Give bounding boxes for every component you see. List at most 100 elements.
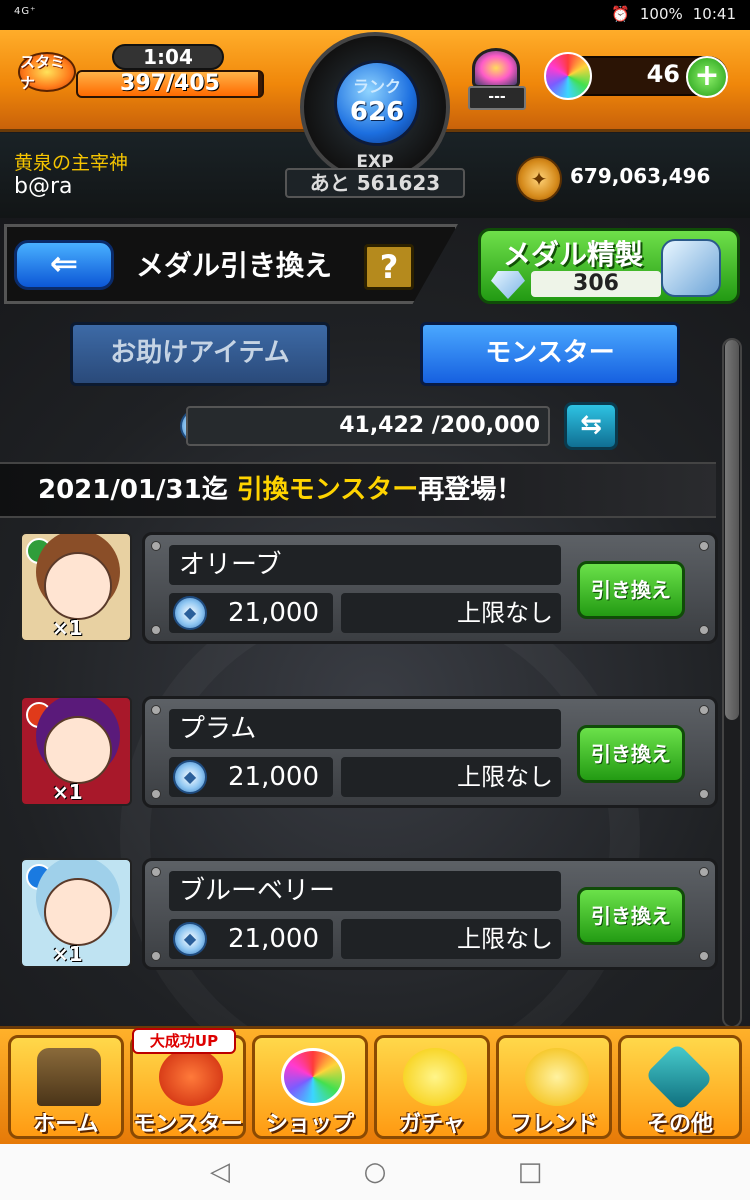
gacha-egg-icon	[403, 1048, 467, 1106]
monster-icon	[159, 1048, 223, 1106]
price-value: 21,000	[228, 924, 319, 954]
rivet-icon	[699, 541, 709, 551]
orb-icon	[544, 52, 592, 100]
helper-value: ---	[468, 86, 526, 110]
background-emblem	[120, 578, 640, 1098]
nav-label: その他	[646, 1112, 713, 1137]
price-value: 21,000	[228, 762, 319, 792]
list-item: ×1 ブルーベリー ◆ 21,000 上限なし 引き換え	[0, 858, 720, 970]
medal-icon: ◆	[173, 922, 207, 956]
attribute-icon	[26, 702, 52, 728]
monster-face	[44, 552, 112, 620]
home-icon	[37, 1048, 101, 1106]
monster-portrait[interactable]: ×1	[20, 532, 132, 642]
exchange-button[interactable]: 引き換え	[577, 887, 685, 945]
medal-icon: ◆	[173, 760, 207, 794]
tab-helper-items[interactable]: お助けアイテム	[70, 322, 330, 386]
monster-name: オリーブ	[169, 545, 561, 585]
event-banner: 2021/01/31迄 引換モンスター再登場！	[0, 462, 716, 518]
rank-label: ランク	[352, 77, 401, 96]
other-icon	[644, 1042, 714, 1112]
refine-count: 306	[531, 271, 661, 297]
medal-price: ◆ 21,000	[169, 593, 333, 633]
shop-orb-icon	[281, 1048, 345, 1106]
nav-label: ホーム	[33, 1112, 99, 1137]
nav-gacha[interactable]: ガチャ	[374, 1035, 490, 1139]
medal-price: ◆ 21,000	[169, 757, 333, 797]
page-title: メダル引き換え	[136, 249, 333, 282]
rivet-icon	[151, 541, 161, 551]
battery-text: 100%	[639, 5, 683, 23]
nav-label: ガチャ	[399, 1112, 465, 1137]
help-button[interactable]: ?	[364, 244, 414, 290]
stamina-value: 397/405	[120, 71, 220, 96]
helper-dome-icon	[472, 48, 520, 88]
scrollbar-thumb[interactable]	[725, 340, 739, 720]
stamina-badge: スタミナ	[18, 52, 76, 92]
player-name: b@ra	[14, 174, 73, 199]
exchange-card: オリーブ ◆ 21,000 上限なし 引き換え	[142, 532, 718, 644]
monster-portrait[interactable]: ×1	[20, 858, 132, 968]
rivet-icon	[151, 789, 161, 799]
rank-orb: ランク 626	[334, 60, 420, 146]
nav-shop[interactable]: ショップ	[252, 1035, 368, 1139]
list-item: ×1 オリーブ ◆ 21,000 上限なし 引き換え	[0, 532, 720, 644]
scrollbar[interactable]	[722, 338, 742, 1028]
helper-machine[interactable]: ---	[466, 40, 526, 110]
home-circle-icon[interactable]: ○	[361, 1158, 389, 1186]
alarm-icon: ⏰	[611, 5, 630, 23]
back-icon[interactable]: ◁	[206, 1158, 234, 1186]
stamina-timer: 1:04	[112, 44, 224, 70]
coin-value: 679,063,496	[570, 164, 711, 188]
nav-friend[interactable]: フレンド	[496, 1035, 612, 1139]
exp-remaining: あと 561623	[285, 168, 465, 198]
nav-home[interactable]: ホーム	[8, 1035, 124, 1139]
rivet-icon	[151, 867, 161, 877]
monster-face	[44, 716, 112, 784]
medal-stone-icon	[661, 239, 721, 297]
rank-value: 626	[349, 97, 405, 127]
medal-price: ◆ 21,000	[169, 919, 333, 959]
nav-label: ショップ	[265, 1112, 354, 1137]
back-arrow-icon: ⇐	[49, 244, 79, 284]
medal-count: 41,422 /200,000	[186, 406, 550, 446]
coin-icon: ✦	[516, 156, 562, 202]
exchange-limit: 上限なし	[341, 757, 561, 797]
medal-refine-button[interactable]: メダル精製 306	[478, 228, 740, 304]
monster-portrait[interactable]: ×1	[20, 696, 132, 806]
exchange-button[interactable]: 引き換え	[577, 725, 685, 783]
exchange-limit: 上限なし	[341, 919, 561, 959]
exchange-card: ブルーベリー ◆ 21,000 上限なし 引き換え	[142, 858, 718, 970]
rivet-icon	[151, 625, 161, 635]
rivet-icon	[699, 867, 709, 877]
rivet-icon	[699, 705, 709, 715]
price-value: 21,000	[228, 598, 319, 628]
monster-name: ブルーベリー	[169, 871, 561, 911]
banner-highlight: 引換モンスター	[236, 475, 419, 505]
banner-date: 2021/01/31迄	[38, 475, 228, 505]
clock: 10:41	[692, 5, 736, 23]
monster-count: ×1	[52, 616, 83, 640]
recents-icon[interactable]: □	[516, 1158, 544, 1186]
add-orb-button[interactable]: +	[686, 56, 728, 98]
banner-suffix: 再登場！	[418, 475, 523, 505]
nav-other[interactable]: その他	[618, 1035, 742, 1139]
swap-button[interactable]: ⇆	[564, 402, 618, 450]
diamond-icon	[491, 271, 525, 299]
monster-name: プラム	[169, 709, 561, 749]
status-bar: 4G⁺ ⏰ 100% 10:41	[0, 0, 750, 30]
medal-icon: ◆	[173, 596, 207, 630]
tab-monster[interactable]: モンスター	[420, 322, 680, 386]
rivet-icon	[699, 625, 709, 635]
monster-count: ×1	[52, 942, 83, 966]
player-title: 黄泉の主宰神	[14, 152, 129, 174]
rivet-icon	[151, 705, 161, 715]
exchange-card: プラム ◆ 21,000 上限なし 引き換え	[142, 696, 718, 808]
system-navigation: ◁ ○ □	[0, 1144, 750, 1200]
rivet-icon	[699, 789, 709, 799]
stamina-bar: 397/405	[76, 70, 264, 98]
back-button[interactable]: ⇐	[14, 240, 114, 290]
attribute-icon	[26, 864, 52, 890]
exchange-button[interactable]: 引き換え	[577, 561, 685, 619]
monster-count: ×1	[52, 780, 83, 804]
